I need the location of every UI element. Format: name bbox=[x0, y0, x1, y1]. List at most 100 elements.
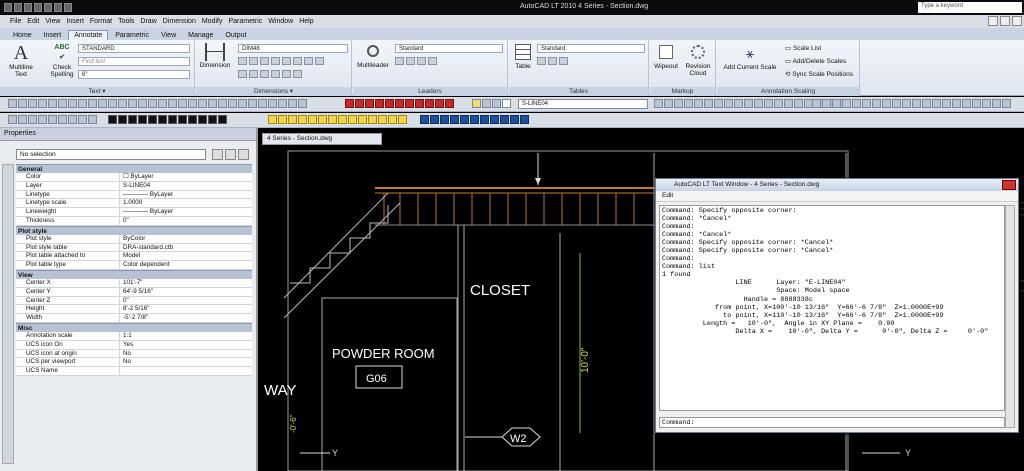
tool-icon[interactable] bbox=[118, 99, 127, 108]
property-value[interactable] bbox=[120, 367, 252, 375]
dim-tool-icon[interactable] bbox=[260, 57, 269, 65]
macro-icon[interactable] bbox=[148, 115, 157, 124]
tool-icon[interactable] bbox=[58, 99, 67, 108]
dim-tool-icon[interactable] bbox=[271, 70, 280, 78]
dim-tool-icon[interactable] bbox=[238, 57, 247, 65]
macro-icon[interactable] bbox=[460, 115, 469, 124]
property-value[interactable]: 0" bbox=[120, 297, 252, 305]
property-value[interactable]: 101'-7" bbox=[120, 279, 252, 287]
property-value[interactable]: S-LINE04 bbox=[120, 182, 252, 190]
macro-icon[interactable] bbox=[355, 99, 364, 108]
macro-icon[interactable] bbox=[430, 115, 439, 124]
property-value[interactable]: 1:1 bbox=[120, 332, 252, 340]
tool-icon[interactable] bbox=[148, 99, 157, 108]
menu-help[interactable]: Help bbox=[299, 18, 313, 25]
property-row[interactable]: Height 8'-2 5/16" bbox=[16, 305, 252, 315]
tool-icon[interactable] bbox=[774, 99, 783, 108]
plot-icon[interactable] bbox=[64, 3, 72, 12]
tool-icon[interactable] bbox=[58, 115, 67, 124]
macro-icon[interactable] bbox=[268, 115, 277, 124]
tab-home[interactable]: Home bbox=[8, 31, 37, 40]
leaders-panel-title[interactable]: Leaders bbox=[353, 87, 507, 96]
tab-annotate[interactable]: Annotate bbox=[68, 30, 109, 40]
property-value[interactable]: Color dependent bbox=[120, 261, 252, 269]
macro-icon[interactable] bbox=[328, 115, 337, 124]
macro-icon[interactable] bbox=[158, 115, 167, 124]
layer-select[interactable]: S-LINE04 bbox=[518, 99, 648, 109]
property-row[interactable]: Linetype ———— ByLayer bbox=[16, 190, 252, 200]
macro-icon[interactable] bbox=[345, 99, 354, 108]
property-row[interactable]: Linetype scale 1.0000 bbox=[16, 199, 252, 209]
command-history[interactable]: Command: Specify opposite corner: Command… bbox=[659, 205, 1005, 411]
macro-icon[interactable] bbox=[425, 99, 434, 108]
macro-icon[interactable] bbox=[510, 115, 519, 124]
macro-icon[interactable] bbox=[415, 99, 424, 108]
category-plot-style[interactable]: Plot style bbox=[16, 225, 252, 235]
macro-icon[interactable] bbox=[348, 115, 357, 124]
drawing-tab[interactable]: 4 Series - Section.dwg bbox=[262, 133, 382, 145]
tool-icon[interactable] bbox=[68, 115, 77, 124]
macro-icon[interactable] bbox=[378, 115, 387, 124]
add-current-scale-button[interactable]: ⚹ Add Current Scale bbox=[719, 41, 781, 71]
tool-icon[interactable] bbox=[822, 99, 831, 108]
find-text-input[interactable]: Find text bbox=[78, 57, 190, 66]
property-row[interactable]: Center X 101'-7" bbox=[16, 278, 252, 288]
menu-draw[interactable]: Draw bbox=[140, 18, 156, 25]
macro-icon[interactable] bbox=[365, 99, 374, 108]
macro-icon[interactable] bbox=[168, 115, 177, 124]
tool-icon[interactable] bbox=[18, 99, 27, 108]
tool-icon[interactable] bbox=[278, 99, 287, 108]
macro-icon[interactable] bbox=[398, 115, 407, 124]
dim-tool-icon[interactable] bbox=[293, 57, 302, 65]
add-leader-icon[interactable] bbox=[395, 57, 404, 65]
menu-file[interactable]: File bbox=[10, 18, 21, 25]
property-row[interactable]: UCS icon at origin No bbox=[16, 349, 252, 359]
property-value[interactable]: 64'-9 5/16" bbox=[120, 288, 252, 296]
macro-icon[interactable] bbox=[218, 115, 227, 124]
properties-title[interactable]: Properties bbox=[0, 128, 256, 141]
undo-icon[interactable] bbox=[44, 3, 52, 12]
macro-icon[interactable] bbox=[118, 115, 127, 124]
dim-tool-icon[interactable] bbox=[249, 70, 258, 78]
text-window-scrollbar[interactable] bbox=[1005, 205, 1015, 428]
close-icon[interactable] bbox=[1002, 180, 1016, 190]
tool-icon[interactable] bbox=[108, 99, 117, 108]
tool-icon[interactable] bbox=[288, 99, 297, 108]
tool-icon[interactable] bbox=[28, 115, 37, 124]
tool-icon[interactable] bbox=[158, 99, 167, 108]
category-general[interactable]: General bbox=[16, 164, 252, 173]
tool-icon[interactable] bbox=[48, 115, 57, 124]
save-icon[interactable] bbox=[34, 3, 42, 12]
tool-icon[interactable] bbox=[48, 99, 57, 108]
dim-tool-icon[interactable] bbox=[304, 57, 313, 65]
tool-icon[interactable] bbox=[872, 99, 881, 108]
dim-tool-icon[interactable] bbox=[293, 70, 302, 78]
tool-icon[interactable] bbox=[812, 99, 821, 108]
property-row[interactable]: UCS Name bbox=[16, 367, 252, 376]
multileader-button[interactable]: Multileader bbox=[355, 41, 391, 69]
collect-leader-icon[interactable] bbox=[428, 57, 437, 65]
scale-list-button[interactable]: ▭ Scale List bbox=[785, 44, 821, 52]
property-value[interactable]: DRA-standard.ctb bbox=[120, 244, 252, 252]
table-button[interactable]: Table bbox=[511, 41, 535, 70]
table-tool-icon[interactable] bbox=[548, 57, 557, 65]
tool-icon[interactable] bbox=[138, 99, 147, 108]
tool-icon[interactable] bbox=[902, 99, 911, 108]
selection-select[interactable]: No selection bbox=[16, 149, 206, 160]
table-tool-icon[interactable] bbox=[537, 57, 546, 65]
menu-view[interactable]: View bbox=[45, 18, 60, 25]
dim-tool-icon[interactable] bbox=[282, 57, 291, 65]
tool-icon[interactable] bbox=[852, 99, 861, 108]
quick-select-icon[interactable] bbox=[238, 149, 249, 160]
tool-icon[interactable] bbox=[912, 99, 921, 108]
macro-icon[interactable] bbox=[385, 99, 394, 108]
tool-icon[interactable] bbox=[654, 99, 663, 108]
tool-icon[interactable] bbox=[754, 99, 763, 108]
remove-leader-icon[interactable] bbox=[406, 57, 415, 65]
menu-tools[interactable]: Tools bbox=[118, 18, 134, 25]
macro-icon[interactable] bbox=[490, 115, 499, 124]
tool-icon[interactable] bbox=[784, 99, 793, 108]
redo-icon[interactable] bbox=[54, 3, 62, 12]
quick-access-toolbar[interactable] bbox=[4, 3, 72, 12]
property-row[interactable]: Layer S-LINE04 bbox=[16, 181, 252, 191]
